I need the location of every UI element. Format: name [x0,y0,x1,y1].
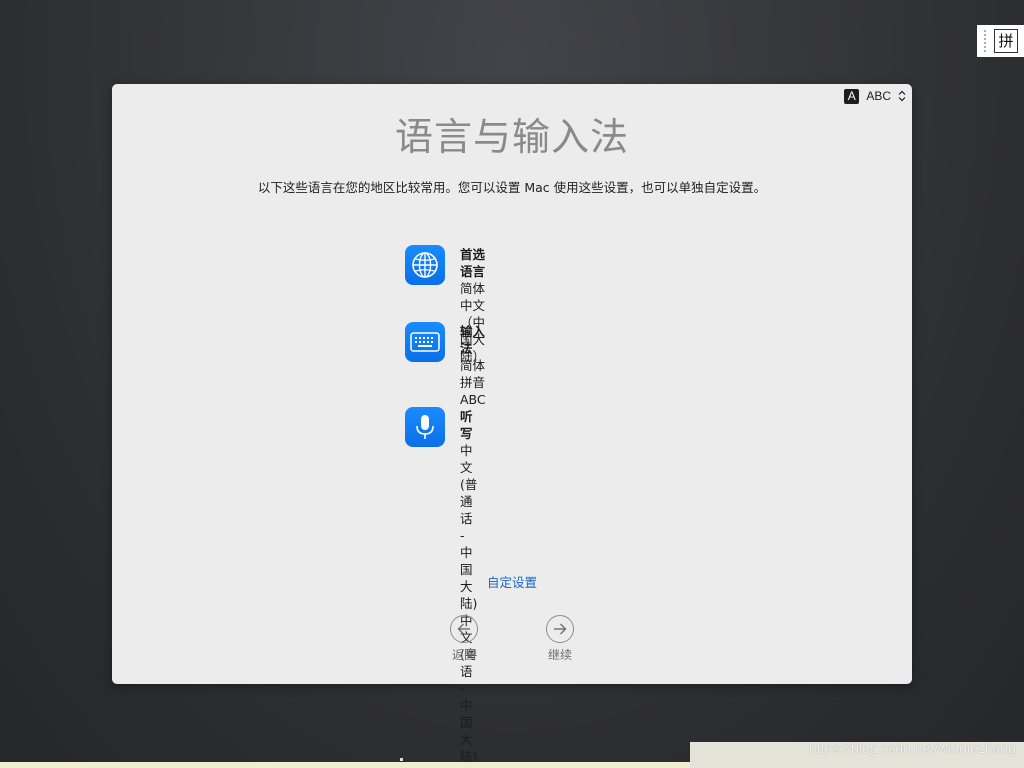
input-method-indicator[interactable]: 拼 [977,25,1024,57]
setting-title: 首选语言 [460,247,486,279]
back-button[interactable]: 返回 [444,615,484,663]
input-source-badge: A [844,88,860,104]
forward-arrow-icon [546,615,574,643]
up-down-chevron-icon [898,90,906,102]
customize-settings-link[interactable]: 自定设置 [112,572,912,591]
setting-title: 听写 [460,409,473,441]
setting-title: 输入法 [460,324,486,356]
setting-input-method: 输入法 简体拼音 ABC [405,322,486,408]
mouse-cursor [400,758,403,761]
drag-handle[interactable] [984,29,986,53]
setting-value: 简体拼音 [460,358,486,390]
input-source-switcher[interactable]: A ABC [844,88,906,104]
continue-button-label: 继续 [547,648,572,662]
setup-assistant-panel: A ABC 语言与输入法 以下这些语言在您的地区比较常用。您可以设置 Mac 使… [112,84,912,764]
keyboard-icon [405,322,445,362]
globe-icon [405,245,445,285]
page-subtitle: 以下这些语言在您的地区比较常用。您可以设置 Mac 使用这些设置，也可以单独自定… [257,180,767,195]
input-source-label: ABC [866,89,891,103]
continue-button[interactable]: 继续 [540,615,580,663]
back-button-label: 返回 [451,648,476,662]
pinyin-mode-icon: 拼 [994,29,1018,53]
taskbar-edge [0,762,690,768]
page-title: 语言与输入法 [394,115,629,159]
setting-value: ABC [460,392,486,407]
back-arrow-icon [450,615,478,643]
watermark-text: https://blog.csdn.net/winniezhang [808,740,1016,756]
microphone-icon [405,407,445,447]
